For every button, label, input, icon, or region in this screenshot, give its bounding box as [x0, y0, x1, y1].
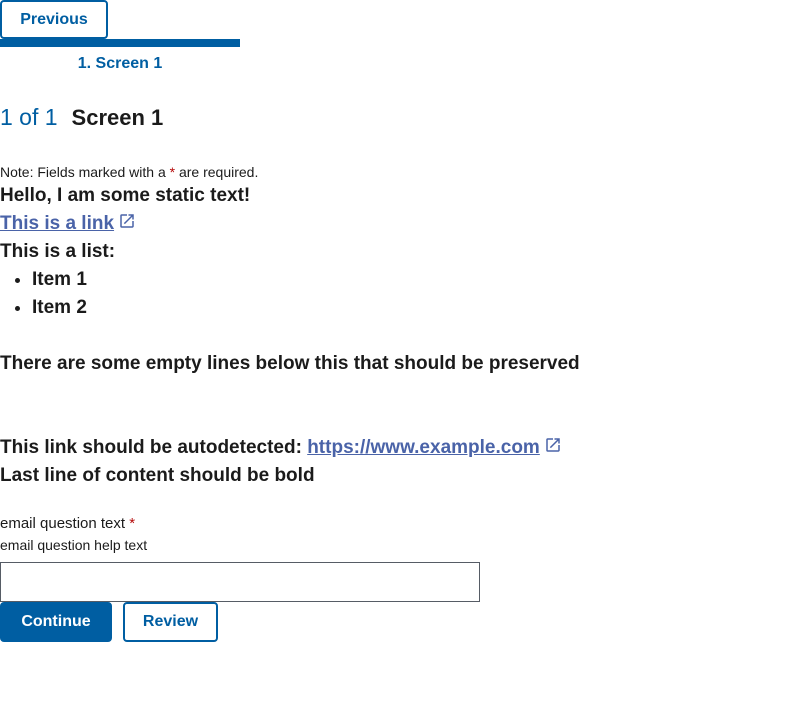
static-link-line: This is a link: [0, 210, 760, 238]
email-question-text: email question text: [0, 515, 126, 532]
screen-heading: 1 of 1 Screen 1: [0, 104, 163, 134]
static-text-greeting: Hello, I am some static text!: [0, 185, 251, 206]
email-question-help: email question help text: [0, 537, 148, 553]
review-button[interactable]: Review: [123, 602, 218, 642]
progress-step-label: 1. Screen 1: [77, 55, 163, 72]
last-content-line: Last line of content should be bold: [0, 465, 315, 486]
list-item: Item 1: [32, 266, 760, 294]
list-item: Item 2: [32, 294, 760, 322]
note-suffix: are required.: [175, 164, 259, 180]
autodetected-link[interactable]: https://www.example.com: [307, 437, 540, 458]
external-link-icon: [546, 438, 560, 452]
email-input[interactable]: [0, 562, 480, 602]
empty-lines-text: There are some empty lines below this th…: [0, 353, 580, 374]
note-prefix: Note: Fields marked with a: [0, 164, 170, 180]
list-intro: This is a list:: [0, 241, 116, 262]
empty-line: [0, 378, 760, 406]
required-asterisk: *: [129, 515, 136, 532]
progress-step-bar: [0, 39, 240, 47]
static-content: Hello, I am some static text! This is a …: [0, 182, 760, 490]
external-link-icon: [120, 214, 134, 228]
empty-line: [0, 406, 760, 434]
autodetect-line: This link should be autodetected: https:…: [0, 434, 760, 462]
email-question-label: email question text *: [0, 515, 135, 532]
previous-button[interactable]: Previous: [0, 0, 108, 39]
screen-counter: 1 of 1: [0, 104, 58, 130]
page: Previous 1. Screen 1 1 of 1 Screen 1 Not…: [0, 0, 801, 720]
required-fields-note: Note: Fields marked with a * are require…: [0, 164, 258, 180]
screen-title: Screen 1: [71, 105, 164, 130]
autodetect-prefix: This link should be autodetected:: [0, 437, 308, 458]
continue-button[interactable]: Continue: [0, 602, 112, 642]
static-link[interactable]: This is a link: [0, 213, 114, 234]
static-list: Item 1 Item 2: [0, 266, 760, 322]
empty-line: [0, 322, 760, 350]
